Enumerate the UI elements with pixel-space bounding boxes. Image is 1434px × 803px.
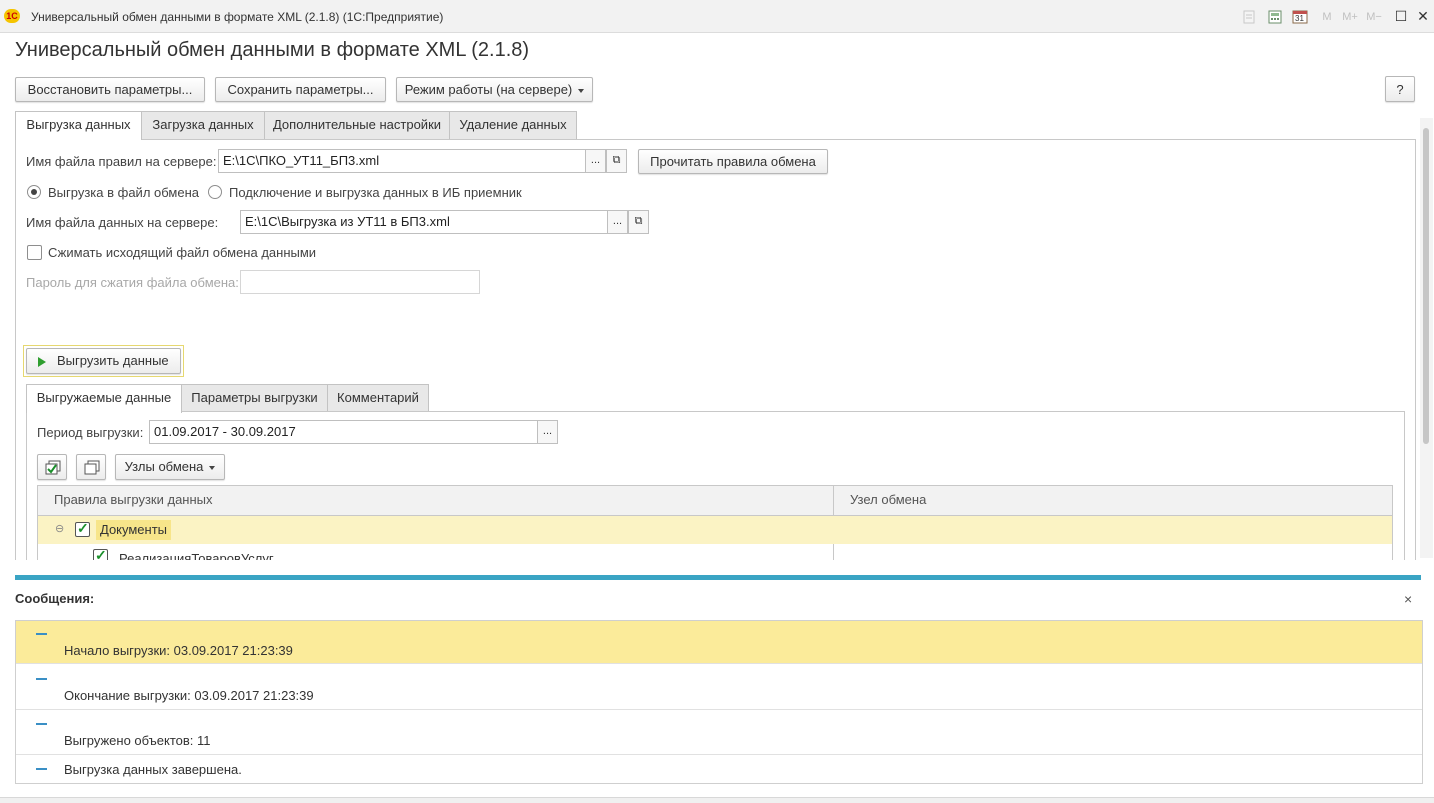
app-logo-icon: 1С bbox=[4, 9, 20, 23]
row-label-sales: РеализацияТоваровУслуг bbox=[119, 551, 274, 560]
bottom-border bbox=[0, 797, 1434, 803]
scrollbar-thumb[interactable] bbox=[1423, 128, 1429, 444]
work-mode-label: Режим работы (на сервере) bbox=[404, 82, 573, 97]
check-all-icon bbox=[45, 460, 61, 475]
tab-import[interactable]: Загрузка данных bbox=[141, 111, 265, 139]
export-data-button[interactable]: Выгрузить данные bbox=[26, 348, 181, 374]
window-titlebar: 1С Универсальный обмен данными в формате… bbox=[0, 0, 1434, 33]
tab-delete-data[interactable]: Удаление данных bbox=[449, 111, 577, 139]
memory-m-button[interactable]: M bbox=[1320, 10, 1334, 24]
tab-export-params[interactable]: Параметры выгрузки bbox=[181, 384, 328, 412]
messages-close-icon[interactable]: × bbox=[1404, 591, 1412, 607]
message-text: Окончание выгрузки: 03.09.2017 21:23:39 bbox=[64, 688, 314, 703]
radio-export-to-file[interactable] bbox=[27, 185, 41, 199]
exchange-nodes-dropdown[interactable]: Узлы обмена bbox=[115, 454, 225, 480]
export-data-label: Выгрузить данные bbox=[57, 353, 169, 368]
save-params-button[interactable]: Сохранить параметры... bbox=[215, 77, 386, 102]
row-checkbox-sales[interactable] bbox=[93, 547, 108, 560]
collapse-icon[interactable]: ⊖ bbox=[55, 522, 64, 535]
vertical-scrollbar[interactable] bbox=[1420, 118, 1433, 558]
data-file-open-icon[interactable]: ⧉ bbox=[628, 210, 649, 234]
row-checkbox-documents[interactable] bbox=[75, 520, 90, 537]
radio-connect-export-label: Подключение и выгрузка данных в ИБ прием… bbox=[229, 185, 522, 200]
uncheck-all-button[interactable] bbox=[76, 454, 106, 480]
column-header-node[interactable]: Узел обмена bbox=[850, 492, 926, 507]
message-item[interactable]: Окончание выгрузки: 03.09.2017 21:23:39 bbox=[16, 665, 1422, 710]
data-file-choose-button[interactable]: ... bbox=[607, 210, 628, 234]
print-icon[interactable] bbox=[1242, 10, 1256, 24]
tab-export[interactable]: Выгрузка данных bbox=[15, 111, 142, 140]
rules-file-choose-button[interactable]: ... bbox=[585, 149, 606, 173]
compress-label: Сжимать исходящий файл обмена данными bbox=[48, 245, 317, 260]
row-label-documents: Документы bbox=[96, 520, 172, 540]
period-label: Период выгрузки: bbox=[37, 425, 144, 440]
messages-list: Начало выгрузки: 03.09.2017 21:23:39 Око… bbox=[15, 620, 1423, 784]
exchange-nodes-label: Узлы обмена bbox=[124, 459, 204, 474]
check-all-button[interactable] bbox=[37, 454, 67, 480]
rules-file-label: Имя файла правил на сервере: bbox=[26, 154, 217, 169]
radio-connect-export[interactable] bbox=[208, 185, 222, 199]
memory-plus-button[interactable]: M+ bbox=[1340, 10, 1360, 24]
read-rules-button[interactable]: Прочитать правила обмена bbox=[638, 149, 828, 174]
message-dash-icon bbox=[36, 768, 47, 770]
help-button[interactable]: ? bbox=[1385, 76, 1415, 102]
period-input[interactable]: 01.09.2017 - 30.09.2017 bbox=[149, 420, 538, 444]
message-item[interactable]: Выгружено объектов: 11 bbox=[16, 711, 1422, 755]
message-item[interactable]: Выгрузка данных завершена. bbox=[16, 756, 1422, 784]
message-dash-icon bbox=[36, 723, 47, 725]
column-header-rules[interactable]: Правила выгрузки данных bbox=[54, 492, 213, 507]
compress-checkbox[interactable] bbox=[27, 245, 42, 260]
table-row[interactable]: РеализацияТоваровУслуг bbox=[38, 545, 1392, 560]
rules-file-open-icon[interactable]: ⧉ bbox=[606, 149, 627, 173]
message-dash-icon bbox=[36, 633, 47, 635]
table-row[interactable] bbox=[38, 516, 1392, 544]
message-text: Выгрузка данных завершена. bbox=[64, 762, 242, 777]
messages-splitter[interactable] bbox=[15, 575, 1421, 580]
play-icon bbox=[38, 357, 46, 367]
tab-exported-data[interactable]: Выгружаемые данные bbox=[26, 384, 182, 413]
calendar-icon[interactable]: 31 bbox=[1292, 10, 1308, 24]
messages-title: Сообщения: bbox=[15, 591, 95, 606]
message-dash-icon bbox=[36, 678, 47, 680]
page-title: Универсальный обмен данными в формате XM… bbox=[15, 39, 530, 61]
radio-export-to-file-label: Выгрузка в файл обмена bbox=[48, 185, 199, 200]
data-file-input[interactable]: E:\1C\Выгрузка из УТ11 в БП3.xml bbox=[240, 210, 608, 234]
chevron-down-icon bbox=[209, 465, 216, 470]
close-window-icon[interactable]: ✕ bbox=[1415, 8, 1431, 24]
maximize-icon[interactable]: ☐ bbox=[1393, 8, 1409, 24]
window-title: Универсальный обмен данными в формате XM… bbox=[31, 10, 444, 24]
password-label: Пароль для сжатия файла обмена: bbox=[26, 275, 239, 290]
message-text: Начало выгрузки: 03.09.2017 21:23:39 bbox=[64, 643, 293, 658]
uncheck-all-icon bbox=[84, 460, 100, 475]
data-file-label: Имя файла данных на сервере: bbox=[26, 215, 219, 230]
tab-comment[interactable]: Комментарий bbox=[327, 384, 429, 412]
tab-additional-settings[interactable]: Дополнительные настройки bbox=[264, 111, 450, 139]
calculator-icon[interactable] bbox=[1268, 10, 1282, 24]
rules-file-input[interactable]: E:\1C\ПКО_УТ11_БП3.xml bbox=[218, 149, 586, 173]
rules-table-header bbox=[37, 485, 1393, 516]
message-text: Выгружено объектов: 11 bbox=[64, 733, 211, 748]
work-mode-dropdown[interactable]: Режим работы (на сервере) bbox=[396, 77, 593, 102]
chevron-down-icon bbox=[578, 88, 585, 93]
message-item[interactable]: Начало выгрузки: 03.09.2017 21:23:39 bbox=[16, 621, 1422, 664]
period-choose-button[interactable]: ... bbox=[537, 420, 558, 444]
password-input[interactable] bbox=[240, 270, 480, 294]
restore-params-button[interactable]: Восстановить параметры... bbox=[15, 77, 205, 102]
memory-minus-button[interactable]: M− bbox=[1364, 10, 1384, 24]
